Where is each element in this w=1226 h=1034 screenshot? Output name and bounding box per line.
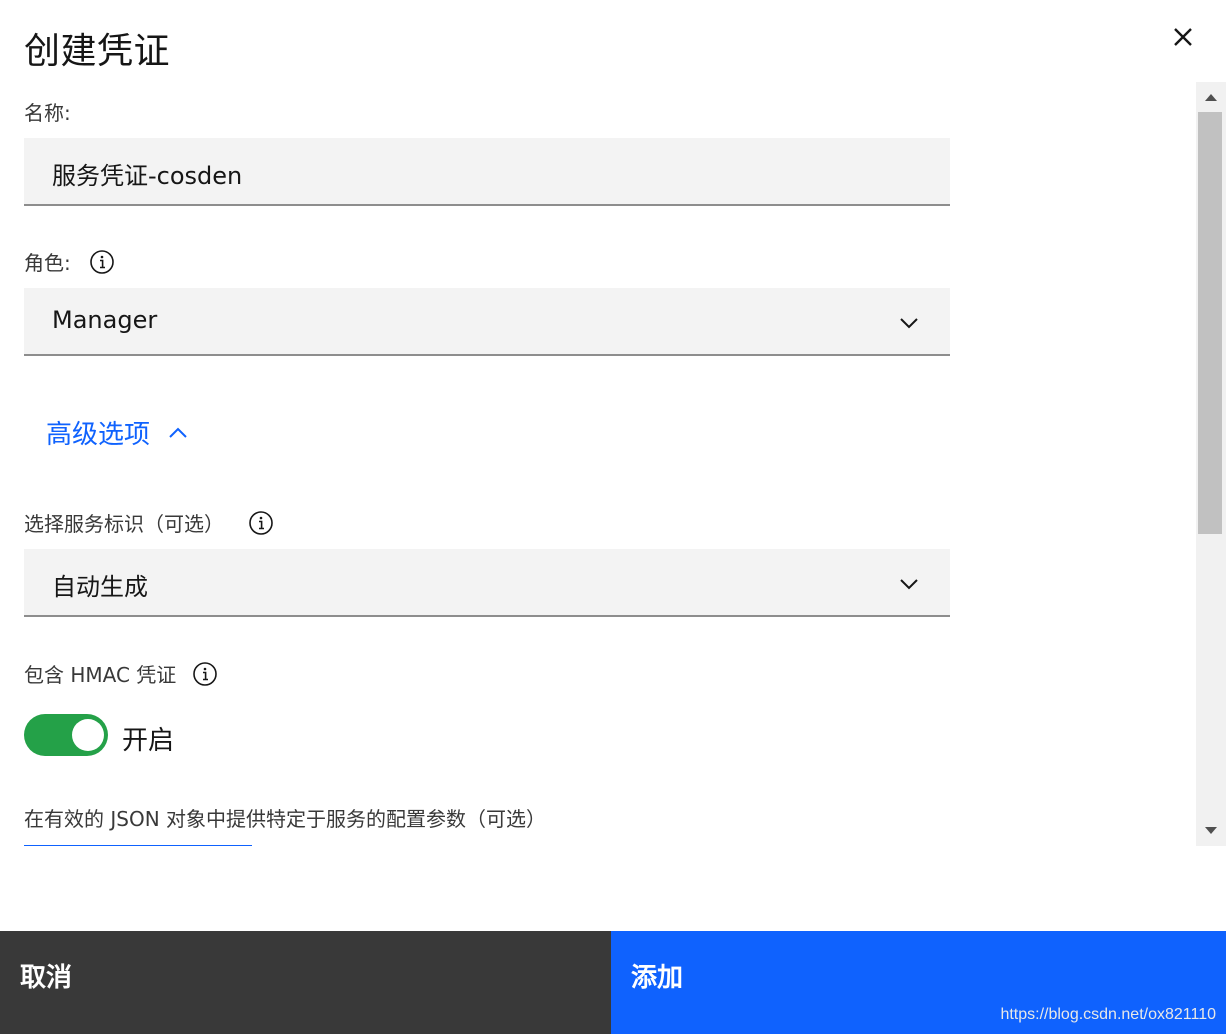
info-icon[interactable] xyxy=(89,249,115,275)
cancel-button-label: 取消 xyxy=(20,963,73,993)
add-button-label: 添加 xyxy=(631,963,684,993)
role-select[interactable]: Manager xyxy=(24,288,950,356)
dialog-title: 创建凭证 xyxy=(24,31,171,72)
service-id-select[interactable]: 自动生成 xyxy=(24,549,950,617)
hmac-toggle-state: 开启 xyxy=(122,726,175,756)
json-params-input-underline[interactable] xyxy=(24,845,252,846)
scroll-thumb[interactable] xyxy=(1198,112,1222,534)
chevron-down-icon xyxy=(898,573,920,595)
name-input[interactable]: 服务凭证-cosden xyxy=(24,138,950,206)
watermark: https://blog.csdn.net/ox821110 xyxy=(1000,1006,1216,1023)
name-label-text: 名称: xyxy=(24,101,71,125)
close-button[interactable] xyxy=(1166,20,1200,54)
info-icon[interactable] xyxy=(192,661,218,687)
scroll-up-button[interactable] xyxy=(1196,82,1226,112)
hmac-label-text: 包含 HMAC 凭证 xyxy=(24,663,177,687)
service-id-label: 选择服务标识（可选） xyxy=(24,508,274,537)
toggle-knob xyxy=(72,719,104,751)
cancel-button[interactable]: 取消 xyxy=(0,931,611,1034)
scroll-down-button[interactable] xyxy=(1196,816,1226,846)
chevron-up-icon xyxy=(169,427,187,438)
chevron-down-icon xyxy=(898,312,920,334)
info-icon[interactable] xyxy=(248,510,274,536)
hmac-toggle[interactable] xyxy=(24,714,108,756)
service-id-label-text: 选择服务标识（可选） xyxy=(24,512,224,536)
triangle-up-icon xyxy=(1205,94,1217,101)
close-icon xyxy=(1174,28,1192,46)
name-label: 名称: xyxy=(24,97,71,126)
role-select-value: Manager xyxy=(52,306,158,334)
service-id-select-value: 自动生成 xyxy=(52,573,148,601)
json-params-label: 在有效的 JSON 对象中提供特定于服务的配置参数（可选） xyxy=(24,807,547,831)
advanced-options-toggle[interactable]: 高级选项 xyxy=(46,414,190,451)
hmac-label: 包含 HMAC 凭证 xyxy=(24,659,218,688)
scrollbar[interactable] xyxy=(1196,82,1226,846)
dialog-footer: 取消 添加 https://blog.csdn.net/ox821110 xyxy=(0,931,1226,1034)
advanced-options-label: 高级选项 xyxy=(46,420,151,450)
triangle-down-icon xyxy=(1205,827,1217,834)
role-label-text: 角色: xyxy=(24,251,71,275)
role-label: 角色: xyxy=(24,247,115,276)
add-button[interactable]: 添加 https://blog.csdn.net/ox821110 xyxy=(611,931,1226,1034)
name-input-value: 服务凭证-cosden xyxy=(52,162,243,190)
